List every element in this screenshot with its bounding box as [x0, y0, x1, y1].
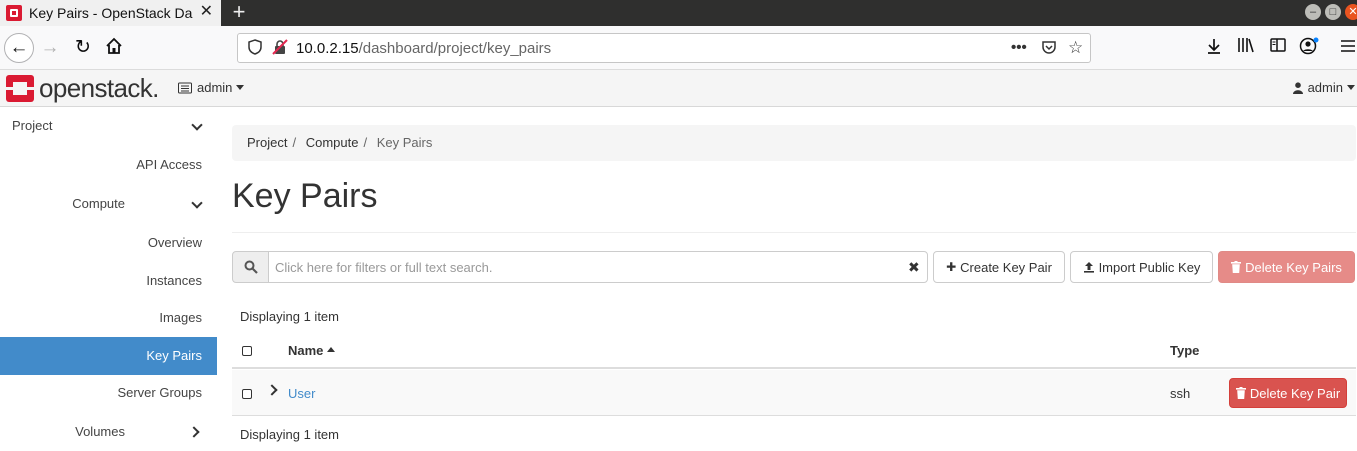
- home-button[interactable]: [103, 37, 125, 59]
- sidebar-item-instances[interactable]: Instances: [0, 262, 217, 300]
- sidebar-item-label: Images: [159, 310, 202, 325]
- user-icon: [1292, 81, 1303, 94]
- reload-button[interactable]: ↻: [72, 37, 94, 59]
- sidebar-item-server-groups[interactable]: Server Groups: [0, 374, 217, 412]
- upload-icon: [1083, 262, 1094, 273]
- table-row: User ssh Delete Key Pair: [232, 370, 1356, 416]
- import-public-key-label: Import Public Key: [1098, 259, 1201, 275]
- openstack-favicon-icon: [6, 5, 22, 21]
- sidebar-item-key-pairs[interactable]: Key Pairs: [0, 337, 217, 375]
- delete-key-pairs-label: Delete Key Pairs: [1245, 259, 1342, 275]
- sidebar-item-label: Instances: [146, 273, 202, 288]
- openstack-logo-icon[interactable]: [6, 75, 34, 102]
- account-icon[interactable]: [1298, 37, 1320, 59]
- insecure-lock-icon[interactable]: [272, 39, 288, 60]
- table-header: Name Type: [232, 333, 1356, 369]
- column-header-type[interactable]: Type: [1170, 343, 1199, 358]
- openstack-logo-text[interactable]: openstack.: [39, 73, 159, 104]
- forward-button[interactable]: →: [39, 37, 61, 59]
- sort-ascending-icon: [327, 347, 336, 352]
- item-count-bottom: Displaying 1 item: [240, 427, 339, 442]
- chevron-down-icon: [191, 119, 203, 131]
- sidebar-toggle-icon[interactable]: [1267, 37, 1289, 59]
- url-path: /dashboard/project/key_pairs: [358, 40, 552, 57]
- project-selector-label: admin: [197, 80, 233, 95]
- sidebar-item-overview[interactable]: Overview: [0, 224, 217, 262]
- plus-icon: ✚: [946, 260, 957, 274]
- delete-key-pair-label: Delete Key Pair: [1249, 385, 1341, 401]
- breadcrumb-compute[interactable]: Compute: [306, 135, 359, 150]
- url-host: 10.0.2.15: [296, 40, 359, 57]
- import-public-key-button[interactable]: Import Public Key: [1070, 251, 1213, 283]
- title-divider: [232, 232, 1356, 233]
- menu-icon[interactable]: [1337, 37, 1357, 59]
- user-menu-label: admin: [1307, 80, 1343, 95]
- page-title: Key Pairs: [232, 177, 378, 215]
- delete-key-pairs-button[interactable]: Delete Key Pairs: [1218, 251, 1355, 283]
- tab-close-icon[interactable]: ✕: [200, 4, 213, 20]
- pocket-icon[interactable]: [1041, 39, 1057, 60]
- new-tab-button[interactable]: +: [230, 0, 248, 26]
- library-icon[interactable]: [1235, 37, 1257, 59]
- breadcrumb-current: Key Pairs: [376, 135, 433, 150]
- project-selector[interactable]: admin: [178, 80, 245, 95]
- page-actions-icon[interactable]: •••: [1011, 39, 1027, 57]
- chevron-down-icon: [191, 197, 203, 209]
- sidebar-item-volumes[interactable]: Volumes: [0, 413, 217, 451]
- downloads-icon[interactable]: [1203, 37, 1225, 59]
- search-icon: [244, 260, 258, 274]
- search-addon[interactable]: [232, 251, 269, 283]
- create-key-pair-button[interactable]: ✚ Create Key Pair: [933, 251, 1065, 283]
- back-button[interactable]: ←: [4, 33, 34, 63]
- address-bar[interactable]: 10.0.2.15/dashboard/project/key_pairs ••…: [237, 33, 1091, 63]
- key-pair-type: ssh: [1170, 386, 1191, 401]
- url-text[interactable]: 10.0.2.15/dashboard/project/key_pairs: [296, 40, 551, 57]
- chevron-down-icon: [1347, 85, 1355, 90]
- browser-tab-bar: Key Pairs - OpenStack Da ✕ + – □ ✕: [0, 0, 1357, 26]
- sidebar-item-label: Compute: [72, 196, 125, 211]
- row-select-checkbox[interactable]: [242, 389, 252, 399]
- sidebar-item-images[interactable]: Images: [0, 299, 217, 337]
- select-all-checkbox[interactable]: [242, 346, 252, 356]
- search-input[interactable]: [268, 251, 928, 283]
- chevron-right-icon[interactable]: [266, 384, 278, 396]
- shield-icon[interactable]: [248, 39, 262, 60]
- window-minimize-button[interactable]: –: [1305, 4, 1321, 20]
- project-list-icon: [178, 82, 192, 93]
- breadcrumb-project[interactable]: Project: [247, 135, 287, 150]
- trash-icon: [1235, 387, 1246, 399]
- delete-key-pair-button[interactable]: Delete Key Pair: [1229, 378, 1347, 408]
- key-pair-name-link[interactable]: User: [288, 386, 315, 401]
- sidebar-item-label: Server Groups: [117, 385, 202, 400]
- tab-title: Key Pairs - OpenStack Da: [29, 5, 193, 21]
- item-count-top: Displaying 1 item: [240, 309, 339, 324]
- sidebar-item-label: Overview: [147, 235, 202, 250]
- home-icon: [106, 37, 122, 54]
- create-key-pair-label: Create Key Pair: [960, 259, 1052, 275]
- filter-search-group: ✖: [232, 251, 928, 283]
- chevron-right-icon: [188, 426, 200, 438]
- user-menu[interactable]: admin: [1292, 80, 1355, 95]
- window-maximize-button[interactable]: □: [1325, 4, 1341, 20]
- sidebar-item-compute[interactable]: Compute: [0, 185, 217, 223]
- sidebar-item-label: API Access: [136, 157, 202, 172]
- trash-icon: [1231, 261, 1242, 273]
- bookmark-star-icon[interactable]: ☆: [1068, 39, 1083, 57]
- chevron-down-icon: [236, 85, 245, 90]
- sidebar-nav: Project API Access Compute Overview Inst…: [0, 107, 217, 447]
- sidebar-item-project[interactable]: Project: [0, 107, 217, 145]
- sidebar-item-label: Key Pairs: [146, 348, 202, 363]
- openstack-header: openstack. admin admin: [0, 70, 1357, 107]
- sidebar-item-label: Volumes: [75, 424, 125, 439]
- breadcrumb: Project / Compute / Key Pairs: [232, 125, 1356, 161]
- browser-tab[interactable]: Key Pairs - OpenStack Da ✕: [0, 0, 221, 26]
- column-header-name-label: Name: [288, 343, 324, 358]
- sidebar-item-label: Project: [12, 118, 53, 133]
- column-header-name[interactable]: Name: [288, 343, 336, 358]
- window-close-button[interactable]: ✕: [1345, 4, 1357, 20]
- browser-toolbar: ← → ↻ 10.0.2.15/dashboard/project/key_pa…: [0, 26, 1357, 70]
- sidebar-item-api-access[interactable]: API Access: [0, 146, 217, 184]
- clear-search-icon[interactable]: ✖: [908, 259, 920, 275]
